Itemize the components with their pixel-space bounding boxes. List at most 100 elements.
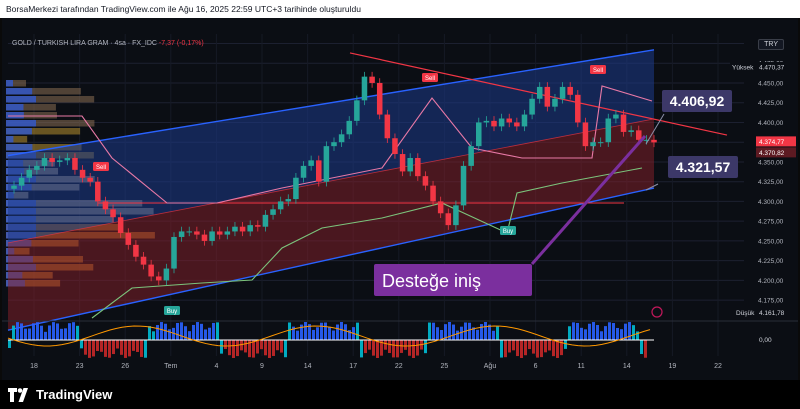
volume-profile-bar: [6, 136, 14, 143]
candle-body: [544, 86, 551, 107]
last-price: 4.374,77: [759, 139, 785, 146]
tradingview-brand: TradingView: [36, 387, 113, 402]
oscillator-bar: [492, 330, 495, 340]
oscillator-bar: [64, 328, 67, 340]
x-tick-label: 4: [214, 363, 218, 370]
oscillator-bar: [508, 340, 511, 353]
currency-badge[interactable]: TRY: [758, 39, 784, 50]
candle-body: [597, 142, 604, 144]
signal-text: Sell: [425, 76, 435, 82]
oscillator-bar: [156, 325, 159, 340]
oscillator-bar: [612, 323, 615, 340]
candle-body: [506, 118, 513, 123]
oscillator-bar: [148, 326, 151, 340]
oscillator-bar: [416, 340, 419, 356]
oscillator-bar: [112, 340, 115, 355]
symbol-info: GOLD / TURKISH LIRA GRAM · 4sa · FX_IDC …: [12, 40, 204, 47]
candle-body: [521, 114, 528, 127]
candle-body: [369, 76, 375, 83]
oscillator-bar: [608, 322, 611, 340]
oscillator-bar: [268, 340, 271, 358]
oscillator-bar: [460, 326, 463, 340]
candle-body: [163, 268, 170, 281]
prev-price: 4.370,82: [759, 150, 785, 157]
volume-profile-bar: [6, 80, 13, 87]
oscillator-bar: [120, 340, 123, 355]
x-tick-label: 19: [669, 363, 677, 370]
oscillator-bar: [208, 327, 211, 340]
oscillator-bar: [324, 322, 327, 340]
candle-body: [18, 177, 25, 186]
candle-body: [308, 160, 314, 166]
oscillator-bar: [244, 340, 247, 353]
candle-body: [415, 157, 421, 177]
oscillator-bar: [520, 340, 523, 358]
x-tick-label: Tem: [164, 363, 177, 370]
oscillator-bar: [296, 330, 299, 340]
tradingview-logo-icon: [8, 387, 28, 402]
oscillator-bar: [488, 324, 491, 340]
oscillator-bar: [160, 322, 163, 340]
price-chart[interactable]: Sell Sell Sell Buy Buy 4.406,92 4.321,57 Desteğ…: [2, 18, 798, 380]
volume-profile-bar: [6, 128, 32, 135]
footer-bar: TradingView: [0, 380, 800, 409]
candle-body: [41, 157, 48, 166]
oscillator-bar: [108, 340, 111, 358]
candle-body: [277, 201, 284, 210]
oscillator-bar: [368, 340, 371, 350]
oscillator-bar: [484, 322, 487, 340]
oscillator-bar: [512, 340, 515, 351]
oscillator-bar: [568, 326, 571, 340]
candle-body: [117, 217, 124, 234]
oscillator-bar: [360, 340, 363, 358]
lower-callout-text: 4.321,57: [676, 159, 731, 175]
candle-body: [529, 98, 535, 115]
candle-body: [95, 181, 101, 202]
oscillator-bar: [592, 322, 595, 340]
oscillator-bar: [196, 322, 199, 340]
upper-callout-text: 4.406,92: [670, 93, 725, 109]
candle-body: [445, 213, 452, 226]
oscillator-bar: [480, 324, 483, 340]
candle-body: [392, 138, 398, 155]
oscillator-bar: [212, 322, 215, 340]
candle-body: [338, 134, 345, 143]
oscillator-bar: [140, 340, 143, 357]
candle-body: [453, 205, 459, 226]
oscillator-bar: [180, 322, 183, 340]
oscillator-bar: [48, 325, 51, 340]
oscillator-bar: [628, 322, 631, 340]
oscillator-bar: [396, 340, 399, 358]
oscillator-bar: [356, 322, 359, 340]
oscillator-bar: [96, 340, 99, 352]
x-tick-label: 6: [534, 363, 538, 370]
annotation-text: Desteğe iniş: [382, 271, 481, 291]
oscillator-bar: [344, 324, 347, 340]
candle-body: [613, 114, 619, 119]
oscillator-bar: [100, 340, 103, 352]
candle-body: [354, 100, 360, 121]
oscillator-bar: [644, 340, 647, 358]
oscillator-bar: [236, 340, 239, 357]
oscillator-bar: [56, 323, 59, 340]
oscillator-bar: [28, 328, 31, 340]
candle-body: [331, 142, 337, 147]
oscillator-bar: [36, 322, 39, 340]
candle-body: [315, 160, 322, 182]
oscillator-bar: [136, 340, 139, 352]
oscillator-bar: [272, 340, 275, 356]
low-value: 4.161,78: [759, 310, 785, 317]
candle-body: [201, 234, 208, 241]
candle-body: [323, 146, 330, 182]
tradingview-logo[interactable]: TradingView: [8, 387, 112, 402]
oscillator-bar: [504, 340, 507, 358]
oscillator-bar: [232, 340, 235, 358]
candle-body: [133, 244, 139, 257]
candle-body: [11, 185, 17, 189]
oscillator-bar: [456, 330, 459, 340]
candle-body: [483, 120, 490, 123]
oscillator-bar: [80, 340, 83, 349]
candle-body: [460, 165, 467, 206]
oscillator-bar: [572, 322, 575, 340]
oscillator-bar: [16, 322, 19, 340]
